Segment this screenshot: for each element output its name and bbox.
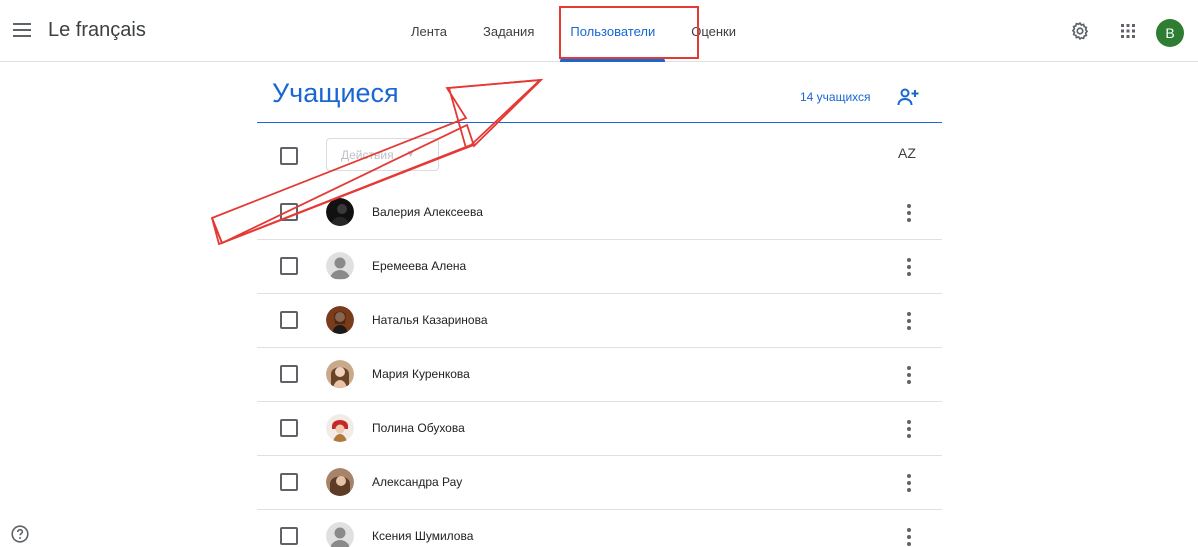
select-all-checkbox[interactable] <box>280 147 298 165</box>
more-options-button[interactable] <box>902 256 916 278</box>
list-item[interactable]: Ксения Шумилова <box>257 510 942 547</box>
apps-button[interactable] <box>1116 19 1140 43</box>
avatar <box>326 468 354 496</box>
student-name: Ксения Шумилова <box>372 529 474 543</box>
class-tabs: Лента Задания Пользователи Оценки <box>393 0 754 62</box>
profile-photo-icon <box>326 360 354 388</box>
student-name: Наталья Казаринова <box>372 313 488 327</box>
more-options-button[interactable] <box>902 526 916 547</box>
class-title[interactable]: Le français <box>48 19 146 42</box>
add-person-icon <box>897 88 919 106</box>
gear-icon <box>1071 21 1089 41</box>
student-checkbox[interactable] <box>280 527 298 545</box>
hamburger-menu-icon <box>13 23 31 37</box>
student-count: 14 учащихся <box>800 90 871 104</box>
sort-az-icon: AZ <box>898 145 916 161</box>
avatar <box>326 306 354 334</box>
profile-photo-icon <box>326 306 354 334</box>
profile-photo-icon <box>326 198 354 226</box>
avatar <box>326 198 354 226</box>
bulk-actions-row: Действия ▼ AZ <box>257 138 942 172</box>
actions-dropdown[interactable]: Действия ▼ <box>326 138 439 171</box>
avatar <box>326 414 354 442</box>
student-checkbox[interactable] <box>280 365 298 383</box>
default-person-icon <box>326 522 354 547</box>
heading-divider <box>257 122 942 123</box>
tab-people[interactable]: Пользователи <box>552 0 673 62</box>
top-app-bar: Le français Лента Задания Пользователи О… <box>0 0 1198 62</box>
tab-label: Лента <box>411 23 447 39</box>
actions-label: Действия <box>341 147 394 162</box>
settings-button[interactable] <box>1068 19 1092 43</box>
student-checkbox[interactable] <box>280 203 298 221</box>
student-name: Александра Рау <box>372 475 463 489</box>
student-checkbox[interactable] <box>280 311 298 329</box>
avatar <box>326 360 354 388</box>
list-item[interactable]: Полина Обухова <box>257 402 942 456</box>
list-item[interactable]: Еремеева Алена <box>257 240 942 294</box>
more-options-button[interactable] <box>902 364 916 386</box>
tab-stream[interactable]: Лента <box>393 0 465 62</box>
default-person-icon <box>326 252 354 280</box>
help-button[interactable] <box>11 525 29 543</box>
help-circle-icon <box>11 525 29 543</box>
tab-classwork[interactable]: Задания <box>465 0 552 62</box>
student-checkbox[interactable] <box>280 257 298 275</box>
list-item[interactable]: Валерия Алексеева <box>257 186 942 240</box>
student-name: Еремеева Алена <box>372 259 467 273</box>
avatar <box>326 252 354 280</box>
students-heading: Учащиеся <box>272 78 399 108</box>
list-item[interactable]: Наталья Казаринова <box>257 294 942 348</box>
account-avatar[interactable]: B <box>1156 19 1184 47</box>
avatar <box>326 522 354 547</box>
student-name: Мария Куренкова <box>372 367 470 381</box>
main-menu-button[interactable] <box>8 16 36 44</box>
tab-grades[interactable]: Оценки <box>673 0 754 62</box>
tab-label: Пользователи <box>570 23 656 39</box>
more-options-button[interactable] <box>902 202 916 224</box>
more-options-button[interactable] <box>902 310 916 332</box>
chevron-down-icon: ▼ <box>405 149 416 160</box>
student-list: Валерия Алексеева Еремеева Алена Наталья… <box>257 186 942 547</box>
profile-photo-icon <box>326 414 354 442</box>
student-name: Валерия Алексеева <box>372 205 483 219</box>
student-checkbox[interactable] <box>280 419 298 437</box>
tab-label: Оценки <box>691 23 737 39</box>
sort-button[interactable]: AZ <box>898 145 916 161</box>
student-name: Полина Обухова <box>372 421 465 435</box>
invite-students-button[interactable] <box>897 86 919 108</box>
tab-label: Задания <box>482 23 535 39</box>
more-options-button[interactable] <box>902 472 916 494</box>
list-item[interactable]: Мария Куренкова <box>257 348 942 402</box>
student-checkbox[interactable] <box>280 473 298 491</box>
apps-grid-icon <box>1121 24 1135 38</box>
more-options-button[interactable] <box>902 418 916 440</box>
profile-photo-icon <box>326 468 354 496</box>
list-item[interactable]: Александра Рау <box>257 456 942 510</box>
